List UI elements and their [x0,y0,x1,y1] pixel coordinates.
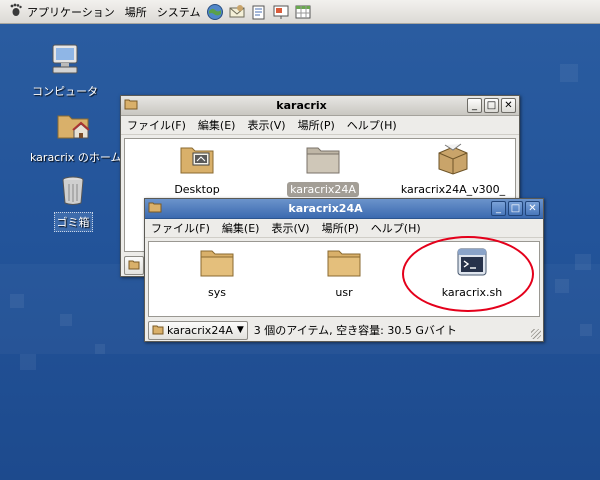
status-text: 3 個のアイテム, 空き容量: 30.5 Gバイト [253,324,457,337]
file-item-label: karacrix24A_v300_ [400,183,506,196]
resize-grip[interactable] [531,329,541,339]
menu-edit[interactable]: 編集(E) [198,117,236,133]
file-item-label: karacrix.sh [441,286,503,299]
spreadsheet-icon[interactable] [293,3,313,21]
close-button[interactable]: ✕ [525,201,540,216]
places-menu[interactable]: 場所 [120,0,152,24]
location-combo[interactable]: karacrix24A ▼ [148,320,248,340]
mail-icon[interactable] [227,3,247,21]
file-item-desktop[interactable]: Desktop [147,143,247,197]
package-icon [393,141,513,178]
file-item-package[interactable]: karacrix24A_v300_ [393,141,513,197]
icon-view: sys usr karacrix.sh [148,241,540,317]
maximize-button[interactable]: □ [508,201,523,216]
minimize-button[interactable]: _ [491,201,506,216]
system-menu[interactable]: システム [152,0,206,24]
desktop-icon-label: コンピュータ [32,85,98,98]
menu-view[interactable]: 表示(V) [247,117,285,133]
location-combo[interactable] [124,255,144,275]
desktop-icon-computer[interactable]: コンピュータ [20,42,110,100]
menu-file[interactable]: ファイル(F) [151,220,210,236]
file-item-karacrix-sh[interactable]: karacrix.sh [417,246,527,300]
file-item-usr[interactable]: usr [294,246,394,300]
minimize-button[interactable]: _ [467,98,482,113]
gnome-foot-icon [9,3,23,20]
writer-icon[interactable] [249,3,269,21]
desktop-icon-trash[interactable]: ゴミ箱 [28,174,118,232]
file-item-label: karacrix24A [287,182,359,197]
folder-icon [294,246,394,281]
menubar: ファイル(F) 編集(E) 表示(V) 場所(P) ヘルプ(H) [121,116,519,135]
system-menu-label: システム [156,5,201,19]
bg-tile [560,64,578,82]
applications-menu-label: アプリケーション [27,5,115,19]
menu-places[interactable]: 場所(P) [322,220,359,236]
folder-icon [167,246,267,281]
trash-icon [28,174,118,209]
desktop-icon-label: karacrix のホーム [30,151,122,164]
location-combo-label: karacrix24A [167,323,233,337]
menubar: ファイル(F) 編集(E) 表示(V) 場所(P) ヘルプ(H) [145,219,543,238]
menu-view[interactable]: 表示(V) [271,220,309,236]
window-titlebar[interactable]: karacrix _ □ ✕ [121,96,519,116]
window-titlebar[interactable]: karacrix24A _ □ ✕ [145,199,543,219]
menu-help[interactable]: ヘルプ(H) [371,220,421,236]
maximize-button[interactable]: □ [484,98,499,113]
file-item-label: sys [208,286,226,299]
menu-help[interactable]: ヘルプ(H) [347,117,397,133]
statusbar: karacrix24A ▼ 3 個のアイテム, 空き容量: 30.5 Gバイト [148,320,457,340]
desktop-icon-label: ゴミ箱 [53,212,93,232]
places-menu-label: 場所 [124,5,147,19]
top-panel: アプリケーション 場所 システム [0,0,600,24]
menu-places[interactable]: 場所(P) [298,117,335,133]
window-folder-icon [148,201,162,216]
folder-icon [273,143,373,178]
file-item-sys[interactable]: sys [167,246,267,300]
window-title: karacrix24A [288,202,363,215]
menu-edit[interactable]: 編集(E) [222,220,260,236]
statusbar [124,255,144,275]
menu-file[interactable]: ファイル(F) [127,117,186,133]
close-button[interactable]: ✕ [501,98,516,113]
home-folder-icon [28,108,118,145]
browser-icon[interactable] [205,3,225,21]
file-window-karacrix24a: karacrix24A _ □ ✕ ファイル(F) 編集(E) 表示(V) 場所… [144,198,544,342]
window-folder-icon [124,98,138,113]
file-item-karacrix24a[interactable]: karacrix24A [273,143,373,197]
file-item-label: usr [335,286,353,299]
window-title: karacrix [276,99,327,112]
bg-tile [20,354,36,370]
applications-menu[interactable]: アプリケーション [4,0,120,24]
presentation-icon[interactable] [271,3,291,21]
computer-icon [20,42,110,79]
shell-script-icon [417,246,527,281]
file-item-label: Desktop [174,183,220,196]
desktop-icon-home[interactable]: karacrix のホーム [28,108,121,166]
desktop-folder-icon [147,143,247,178]
chevron-down-icon: ▼ [236,325,244,335]
